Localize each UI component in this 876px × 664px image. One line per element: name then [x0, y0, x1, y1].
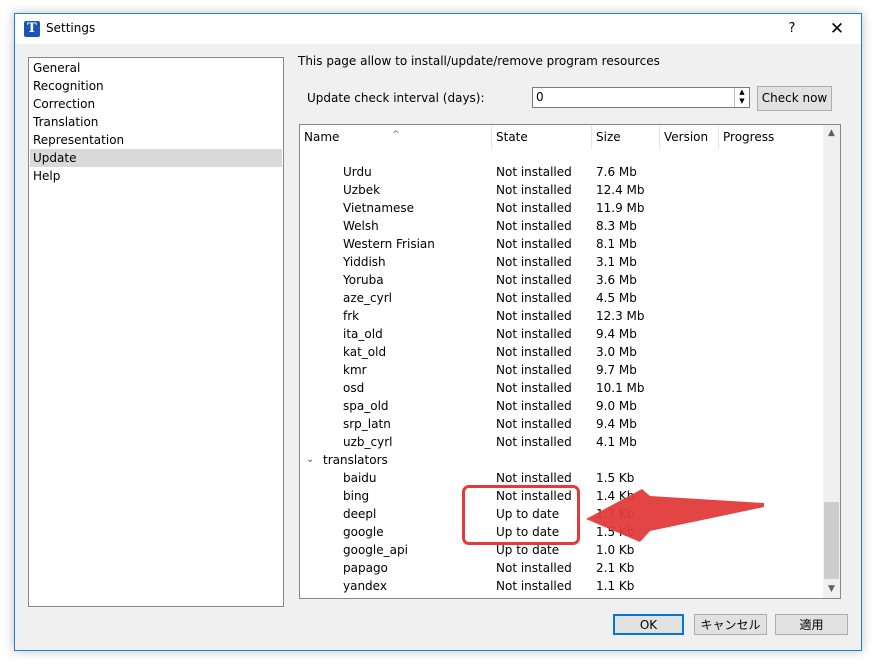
- red-arrow-annotation: [586, 489, 764, 542]
